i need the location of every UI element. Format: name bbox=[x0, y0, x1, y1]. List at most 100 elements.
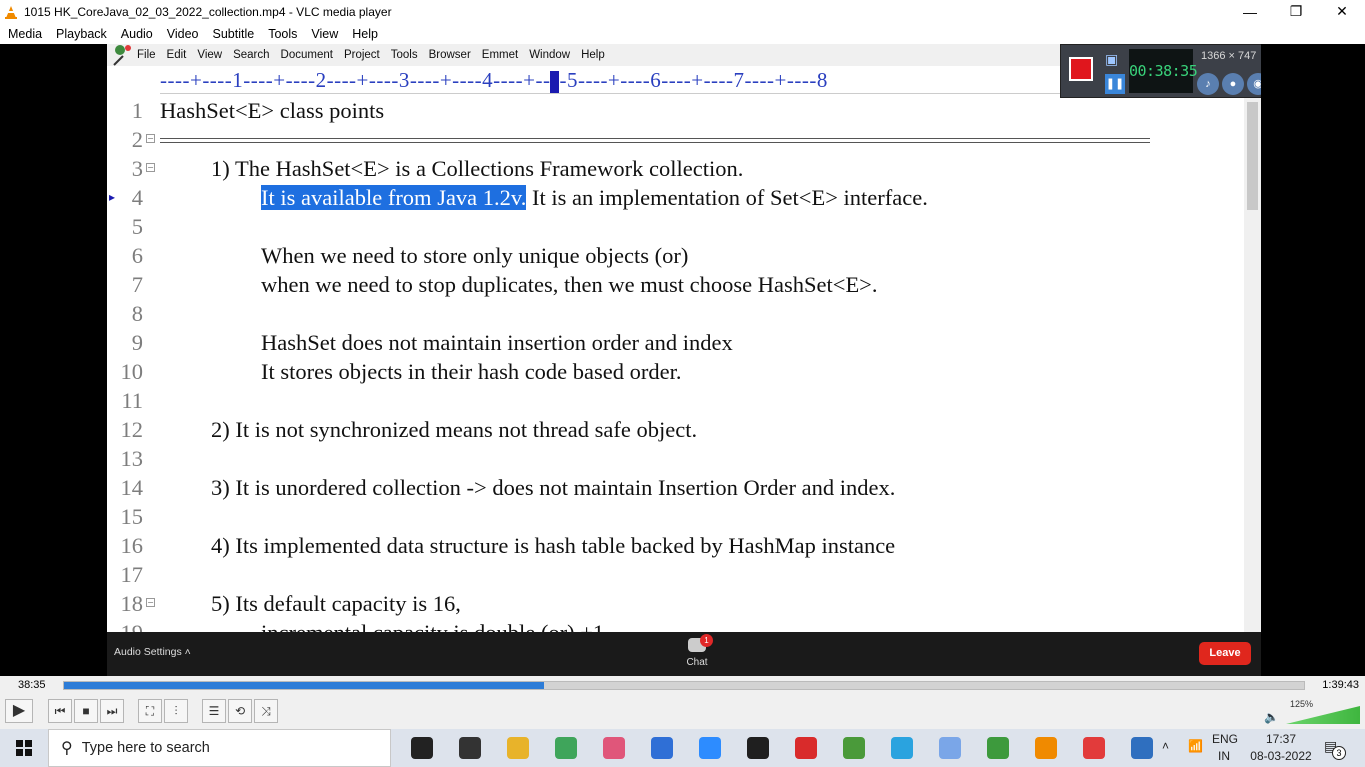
code-line: 16 4) Its implemented data structure is h… bbox=[107, 531, 1242, 560]
task-view-icon bbox=[411, 737, 433, 759]
store-icon bbox=[651, 737, 673, 759]
windows-taskbar: ⚲ Type here to search ˄ 📶 ENG IN 17:37 0… bbox=[0, 729, 1365, 767]
taskbar-search-box[interactable]: ⚲ Type here to search bbox=[48, 729, 391, 767]
shuffle-icon[interactable]: ⤨ bbox=[254, 699, 278, 723]
line-text: 2) It is not synchronized means not thre… bbox=[211, 417, 698, 442]
play-button[interactable]: ▶ bbox=[5, 699, 33, 723]
line-number: 4 bbox=[131, 185, 143, 210]
line-number: 6 bbox=[131, 243, 143, 268]
start-button[interactable] bbox=[0, 729, 48, 767]
extended-settings-icon[interactable]: ⫶ bbox=[164, 699, 188, 723]
line-number: 9 bbox=[131, 330, 143, 355]
line-number: 12 bbox=[120, 417, 144, 442]
editor-menu-file: File bbox=[137, 49, 156, 61]
code-line: 7 when we need to stop duplicates, then w… bbox=[107, 270, 1242, 299]
video-area[interactable]: File Edit View Search Document Project T… bbox=[0, 44, 1365, 676]
loop-icon[interactable]: ⟲ bbox=[228, 699, 252, 723]
taskbar-app-task-view[interactable] bbox=[398, 729, 446, 767]
show-hidden-icons-icon[interactable]: ˄ bbox=[1162, 739, 1169, 753]
recording-timer: 00:38:35 bbox=[1129, 49, 1198, 93]
line-text: 4) Its implemented data structure is has… bbox=[211, 533, 896, 558]
editor-scrollbar bbox=[1244, 96, 1261, 632]
minimize-button[interactable]: — bbox=[1227, 0, 1273, 23]
clock-time[interactable]: 17:37 bbox=[1253, 732, 1309, 746]
chart-app-icon bbox=[843, 737, 865, 759]
taskbar-app-remote[interactable] bbox=[1070, 729, 1118, 767]
fullscreen-icon[interactable]: ⛶ bbox=[138, 699, 162, 723]
line-number: 7 bbox=[131, 272, 143, 297]
taskbar-app-recorder[interactable] bbox=[782, 729, 830, 767]
next-icon[interactable]: ⏭ bbox=[100, 699, 124, 723]
editor-menu-search: Search bbox=[233, 49, 270, 61]
line-number: 5 bbox=[131, 214, 143, 239]
editor-menu-edit: Edit bbox=[166, 49, 187, 61]
menu-subtitle[interactable]: Subtitle bbox=[213, 27, 255, 41]
clock-date[interactable]: 08-03-2022 bbox=[1248, 749, 1314, 763]
column-ruler: ----+----1----+----2----+----3----+----4… bbox=[160, 66, 1060, 94]
fold-icon: − bbox=[146, 134, 155, 143]
taskbar-app-file-explorer[interactable] bbox=[494, 729, 542, 767]
taskbar-app-paint[interactable] bbox=[926, 729, 974, 767]
menu-view[interactable]: View bbox=[311, 27, 338, 41]
taskbar-app-zoom[interactable] bbox=[686, 729, 734, 767]
line-text: 3) It is unordered collection -> does no… bbox=[211, 475, 896, 500]
line-text-rest: It is an implementation of Set<E> interf… bbox=[526, 185, 928, 210]
chevron-up-icon: ˄ bbox=[184, 646, 191, 658]
taskbar-app-vlc[interactable] bbox=[1022, 729, 1070, 767]
taskbar-app-chart-app[interactable] bbox=[830, 729, 878, 767]
editor-menu-tools: Tools bbox=[390, 49, 418, 61]
seek-bar[interactable] bbox=[63, 681, 1305, 690]
code-line: 3− 1) The HashSet<E> is a Collections Fra… bbox=[107, 154, 1242, 183]
taskbar-app-eclipse[interactable] bbox=[974, 729, 1022, 767]
menu-help[interactable]: Help bbox=[352, 27, 378, 41]
region-indicator[interactable]: IN bbox=[1218, 749, 1230, 763]
vlc-menu-bar: Media Playback Audio Video Subtitle Tool… bbox=[0, 23, 1365, 44]
network-icon[interactable]: 📶 bbox=[1188, 739, 1203, 753]
ruler-left: ----+----1----+----2----+----3----+----4… bbox=[160, 68, 551, 92]
menu-audio[interactable]: Audio bbox=[121, 27, 153, 41]
system-tray: ˄ 📶 ENG IN 17:37 08-03-2022 ▤ 3 bbox=[1160, 729, 1365, 767]
camera-icon: ▣ bbox=[1105, 51, 1119, 67]
close-button[interactable]: ✕ bbox=[1319, 0, 1365, 23]
audio-settings-label: Audio Settings bbox=[114, 646, 182, 658]
taskbar-app-chrome[interactable] bbox=[542, 729, 590, 767]
fold-icon: − bbox=[146, 598, 155, 607]
maximize-button[interactable]: ❐ bbox=[1273, 0, 1319, 23]
menu-video[interactable]: Video bbox=[167, 27, 199, 41]
total-time: 1:39:43 bbox=[1322, 679, 1359, 691]
editor-menu-window: Window bbox=[529, 49, 571, 61]
remote-icon bbox=[1083, 737, 1105, 759]
zoom-icon bbox=[699, 737, 721, 759]
menu-playback[interactable]: Playback bbox=[56, 27, 107, 41]
line-text: when we need to stop duplicates, then we… bbox=[261, 272, 878, 297]
line-number: 1 bbox=[131, 98, 143, 123]
menu-tools[interactable]: Tools bbox=[268, 27, 297, 41]
editor-menu-emmet: Emmet bbox=[481, 49, 519, 61]
windows-logo-icon bbox=[16, 740, 32, 756]
chat-label: Chat bbox=[686, 657, 708, 668]
language-indicator[interactable]: ENG bbox=[1212, 732, 1238, 746]
editor-menu-browser: Browser bbox=[428, 49, 471, 61]
line-number: 15 bbox=[120, 504, 144, 529]
volume-control[interactable]: 🔈 125% bbox=[1264, 699, 1360, 724]
taskbar-app-telegram[interactable] bbox=[878, 729, 926, 767]
taskbar-app-photos[interactable] bbox=[1118, 729, 1166, 767]
line-number: 11 bbox=[121, 388, 143, 413]
telegram-icon bbox=[891, 737, 913, 759]
taskbar-app-snipping[interactable] bbox=[590, 729, 638, 767]
menu-media[interactable]: Media bbox=[8, 27, 42, 41]
stop-icon[interactable]: ■ bbox=[74, 699, 98, 723]
recorder-tool-icons: ♪ ● ◉ ➤ ✎ ▬ ⚙ bbox=[1197, 73, 1261, 95]
line-number: 2 bbox=[131, 127, 143, 152]
selected-text: It is available from Java 1.2v. bbox=[261, 185, 527, 210]
taskbar-app-news[interactable] bbox=[446, 729, 494, 767]
line-number: 17 bbox=[120, 562, 144, 587]
line-text: incremental capacity is double (or) +1 bbox=[261, 618, 604, 632]
elapsed-time: 38:35 bbox=[18, 679, 46, 691]
playlist-icon[interactable]: ☰ bbox=[202, 699, 226, 723]
taskbar-app-store[interactable] bbox=[638, 729, 686, 767]
previous-icon[interactable]: ⏮ bbox=[48, 699, 72, 723]
taskbar-app-sticky[interactable] bbox=[734, 729, 782, 767]
vlc-title-bar: 1015 HK_CoreJava_02_03_2022_collection.m… bbox=[0, 0, 1365, 23]
record-stop-icon bbox=[1069, 57, 1093, 81]
